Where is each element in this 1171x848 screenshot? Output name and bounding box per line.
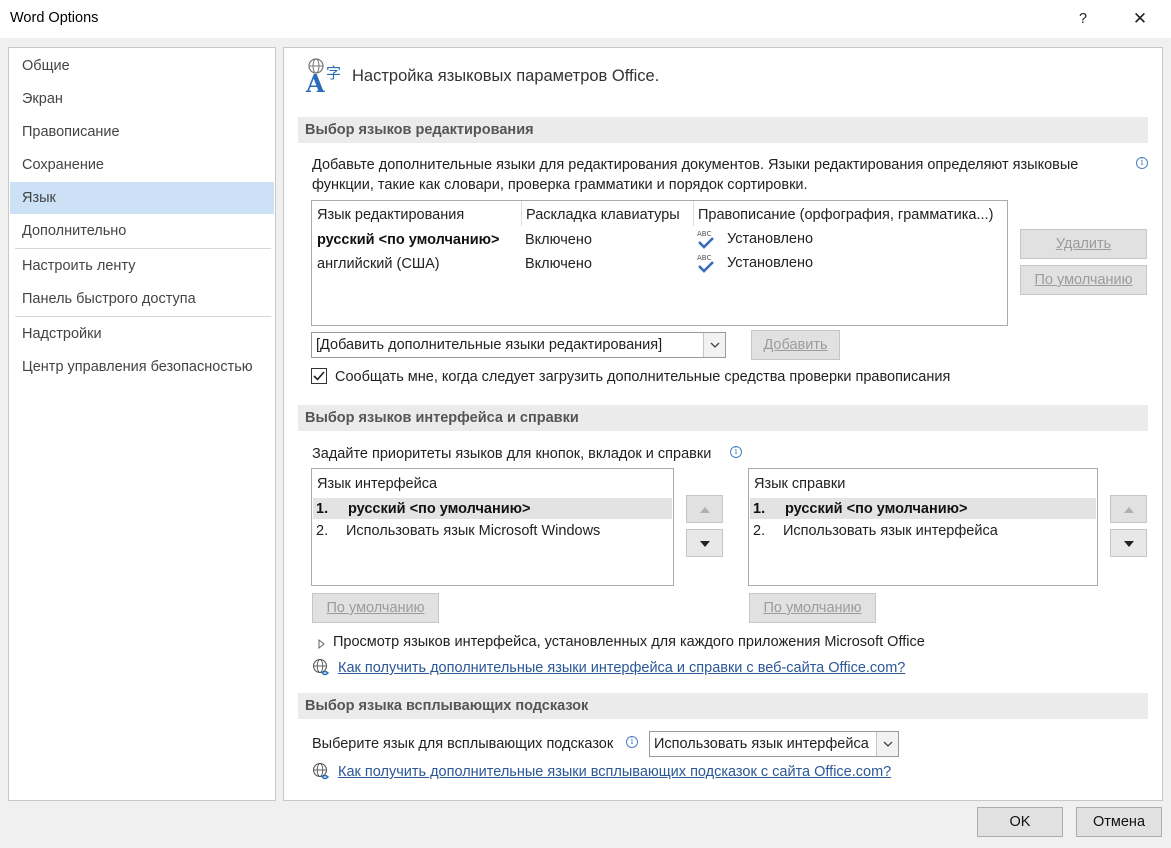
sidebar-item-general[interactable]: Общие — [10, 50, 274, 82]
row-proofing: Установлено — [727, 231, 814, 247]
sidebar-item-language[interactable]: Язык — [10, 182, 274, 214]
language-icon: A 字 — [304, 56, 346, 98]
list-item-number: 1. — [316, 501, 329, 517]
sidebar-item-addins[interactable]: Надстройки — [10, 318, 274, 350]
info-icon: i — [1136, 157, 1148, 169]
ui-language-header: Язык интерфейса — [317, 476, 438, 492]
spelling-check-icon: ABC — [696, 253, 718, 275]
table-row[interactable]: русский <по умолчанию> Включено ABC Уста… — [312, 228, 1007, 252]
title-bar — [0, 0, 1171, 38]
section-screentip-heading: Выбор языка всплывающих подсказок — [298, 693, 1148, 719]
editing-description-line2: функции, такие как словари, проверка гра… — [312, 177, 808, 193]
list-item-number: 2. — [753, 523, 766, 539]
row-keyboard: Включено — [525, 256, 592, 272]
help-button[interactable]: ? — [1069, 6, 1097, 32]
remove-button[interactable]: Удалить — [1020, 229, 1147, 259]
get-screentip-languages-link[interactable]: Как получить дополнительные языки всплыв… — [338, 764, 891, 780]
column-header-keyboard[interactable]: Раскладка клавиатуры — [526, 207, 680, 223]
add-language-value: [Добавить дополнительные языки редактиро… — [316, 337, 663, 353]
close-icon: ✕ — [1132, 9, 1148, 28]
ui-move-up-button[interactable] — [686, 495, 723, 523]
sidebar-item-trust-center[interactable]: Центр управления безопасностью — [10, 351, 274, 383]
help-icon: ? — [1078, 11, 1088, 27]
arrow-down-icon — [1123, 541, 1134, 547]
checkmark-icon — [313, 371, 325, 381]
column-header-language[interactable]: Язык редактирования — [317, 207, 464, 223]
screentip-language-value: Использовать язык интерфейса — [654, 736, 869, 752]
sidebar-item-quick-access[interactable]: Панель быстрого доступа — [10, 283, 274, 315]
help-language-list[interactable]: Язык справки 1. русский <по умолчанию> 2… — [748, 468, 1098, 586]
display-description: Задайте приоритеты языков для кнопок, вк… — [312, 446, 712, 462]
ui-move-down-button[interactable] — [686, 529, 723, 557]
sidebar-item-save[interactable]: Сохранение — [10, 149, 274, 181]
get-display-languages-link[interactable]: Как получить дополнительные языки интерф… — [338, 660, 905, 676]
globe-link-icon — [312, 658, 332, 682]
svg-text:ABC: ABC — [697, 230, 711, 238]
ok-button[interactable]: OK — [977, 807, 1063, 837]
arrow-up-icon — [1123, 507, 1134, 513]
ui-set-default-button[interactable]: По умолчанию — [312, 593, 439, 623]
list-item-number: 2. — [316, 523, 329, 539]
help-move-down-button[interactable] — [1110, 529, 1147, 557]
arrow-up-icon — [699, 507, 710, 513]
sidebar-item-display[interactable]: Экран — [10, 83, 274, 115]
sidebar-divider — [15, 316, 271, 317]
svg-text:字: 字 — [326, 64, 341, 82]
page-title: Настройка языковых параметров Office. — [352, 67, 660, 85]
row-keyboard: Включено — [525, 232, 592, 248]
section-display-heading: Выбор языков интерфейса и справки — [298, 405, 1148, 431]
list-item[interactable]: Использовать язык интерфейса — [783, 523, 998, 539]
close-button[interactable]: ✕ — [1126, 6, 1154, 32]
list-item[interactable]: русский <по умолчанию> — [785, 501, 967, 517]
cancel-button[interactable]: Отмена — [1076, 807, 1162, 837]
section-editing-heading: Выбор языков редактирования — [298, 117, 1148, 143]
editing-description-line1: Добавьте дополнительные языки для редакт… — [312, 157, 1079, 173]
info-icon: i — [730, 446, 742, 458]
help-set-default-button[interactable]: По умолчанию — [749, 593, 876, 623]
chevron-down-icon[interactable] — [703, 333, 725, 357]
row-language: английский (США) — [317, 256, 440, 272]
notify-label[interactable]: Сообщать мне, когда следует загрузить до… — [335, 369, 950, 385]
window-title: Word Options — [10, 10, 99, 26]
chevron-down-icon[interactable] — [876, 732, 898, 756]
row-proofing: Установлено — [727, 255, 814, 271]
notify-checkbox[interactable] — [311, 368, 327, 384]
view-installed-languages-label[interactable]: Просмотр языков интерфейса, установленны… — [333, 634, 925, 650]
column-divider — [521, 201, 522, 226]
arrow-down-icon — [699, 541, 710, 547]
help-move-up-button[interactable] — [1110, 495, 1147, 523]
row-language: русский <по умолчанию> — [317, 232, 500, 248]
expand-triangle-icon[interactable] — [318, 637, 326, 653]
add-button[interactable]: Добавить — [751, 330, 840, 360]
ui-language-list[interactable]: Язык интерфейса 1. русский <по умолчанию… — [311, 468, 674, 586]
svg-text:A: A — [305, 69, 325, 96]
screentip-label: Выберите язык для всплывающих подсказок — [312, 736, 614, 752]
spelling-check-icon: ABC — [696, 229, 718, 251]
sidebar-item-customize-ribbon[interactable]: Настроить ленту — [10, 250, 274, 282]
svg-text:ABC: ABC — [697, 254, 711, 262]
main-panel: A 字 Настройка языковых параметров Office… — [283, 47, 1163, 801]
editing-languages-table[interactable]: Язык редактирования Раскладка клавиатуры… — [311, 200, 1008, 326]
sidebar: Общие Экран Правописание Сохранение Язык… — [8, 47, 276, 801]
sidebar-item-advanced[interactable]: Дополнительно — [10, 215, 274, 247]
list-item[interactable]: Использовать язык Microsoft Windows — [346, 523, 600, 539]
column-divider — [693, 201, 694, 226]
sidebar-divider — [15, 248, 271, 249]
help-language-header: Язык справки — [754, 476, 846, 492]
globe-link-icon — [312, 762, 332, 786]
info-icon: i — [626, 736, 638, 748]
list-item[interactable]: русский <по умолчанию> — [348, 501, 530, 517]
sidebar-item-proofing[interactable]: Правописание — [10, 116, 274, 148]
list-item-number: 1. — [753, 501, 766, 517]
table-row[interactable]: английский (США) Включено ABC Установлен… — [312, 252, 1007, 276]
column-header-proofing[interactable]: Правописание (орфография, грамматика...) — [698, 207, 993, 223]
screentip-language-combo[interactable]: Использовать язык интерфейса — [649, 731, 899, 757]
set-default-button[interactable]: По умолчанию — [1020, 265, 1147, 295]
add-language-combo[interactable]: [Добавить дополнительные языки редактиро… — [311, 332, 726, 358]
